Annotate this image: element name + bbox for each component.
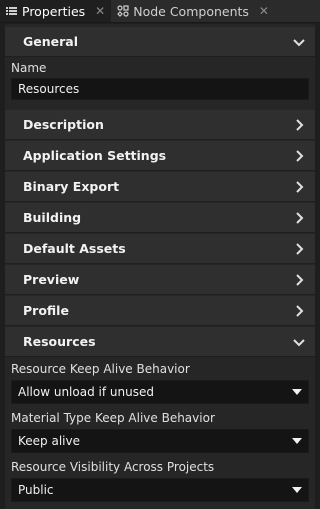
section-general[interactable]: General bbox=[5, 27, 315, 57]
chevron-down-icon bbox=[293, 38, 305, 46]
section-resources[interactable]: Resources bbox=[5, 327, 315, 357]
section-description-label: Description bbox=[23, 117, 104, 132]
material-keep-alive-value: Keep alive bbox=[18, 434, 80, 448]
section-binary-export[interactable]: Binary Export bbox=[5, 172, 315, 202]
chevron-right-icon bbox=[296, 118, 304, 131]
close-icon[interactable]: ✕ bbox=[95, 4, 105, 18]
list-icon bbox=[6, 7, 17, 15]
section-default-assets-label: Default Assets bbox=[23, 241, 126, 256]
section-profile-label: Profile bbox=[23, 303, 69, 318]
chevron-right-icon bbox=[296, 211, 304, 224]
section-preview-label: Preview bbox=[23, 272, 80, 287]
tab-node-components[interactable]: Node Components ✕ bbox=[111, 0, 275, 22]
chevron-right-icon bbox=[296, 149, 304, 162]
section-general-label: General bbox=[23, 34, 78, 49]
tab-bar: Properties ✕ Node Components ✕ bbox=[0, 0, 320, 23]
section-application-settings[interactable]: Application Settings bbox=[5, 141, 315, 171]
chevron-right-icon bbox=[296, 273, 304, 286]
close-icon[interactable]: ✕ bbox=[259, 4, 269, 18]
material-keep-alive-label: Material Type Keep Alive Behavior bbox=[11, 411, 215, 425]
keep-alive-value: Allow unload if unused bbox=[18, 385, 154, 399]
chevron-right-icon bbox=[296, 242, 304, 255]
chevron-right-icon bbox=[296, 180, 304, 193]
section-description[interactable]: Description bbox=[5, 110, 315, 140]
section-preview[interactable]: Preview bbox=[5, 265, 315, 295]
visibility-value: Public bbox=[18, 483, 54, 497]
visibility-label: Resource Visibility Across Projects bbox=[11, 460, 215, 474]
keep-alive-label: Resource Keep Alive Behavior bbox=[11, 362, 190, 376]
visibility-select[interactable]: Public bbox=[11, 478, 309, 502]
section-default-assets[interactable]: Default Assets bbox=[5, 234, 315, 264]
tab-properties[interactable]: Properties ✕ bbox=[0, 0, 112, 22]
keep-alive-select[interactable]: Allow unload if unused bbox=[11, 380, 309, 404]
section-building-label: Building bbox=[23, 210, 82, 225]
name-label: Name bbox=[11, 61, 47, 75]
section-binary-export-label: Binary Export bbox=[23, 179, 120, 194]
dropdown-arrow-icon bbox=[292, 389, 302, 395]
section-resources-label: Resources bbox=[23, 334, 96, 349]
tab-properties-label: Properties bbox=[22, 3, 86, 19]
section-profile[interactable]: Profile bbox=[5, 296, 315, 326]
tab-node-components-label: Node Components bbox=[133, 3, 249, 19]
dropdown-arrow-icon bbox=[292, 438, 302, 444]
section-application-settings-label: Application Settings bbox=[23, 148, 167, 163]
node-components-icon bbox=[117, 5, 129, 17]
name-field[interactable]: Resources bbox=[11, 78, 309, 100]
chevron-down-icon bbox=[293, 338, 305, 346]
material-keep-alive-select[interactable]: Keep alive bbox=[11, 429, 309, 453]
section-building[interactable]: Building bbox=[5, 203, 315, 233]
properties-panel: General Name Resources Description Appli… bbox=[5, 24, 315, 509]
dropdown-arrow-icon bbox=[292, 487, 302, 493]
chevron-right-icon bbox=[296, 304, 304, 317]
